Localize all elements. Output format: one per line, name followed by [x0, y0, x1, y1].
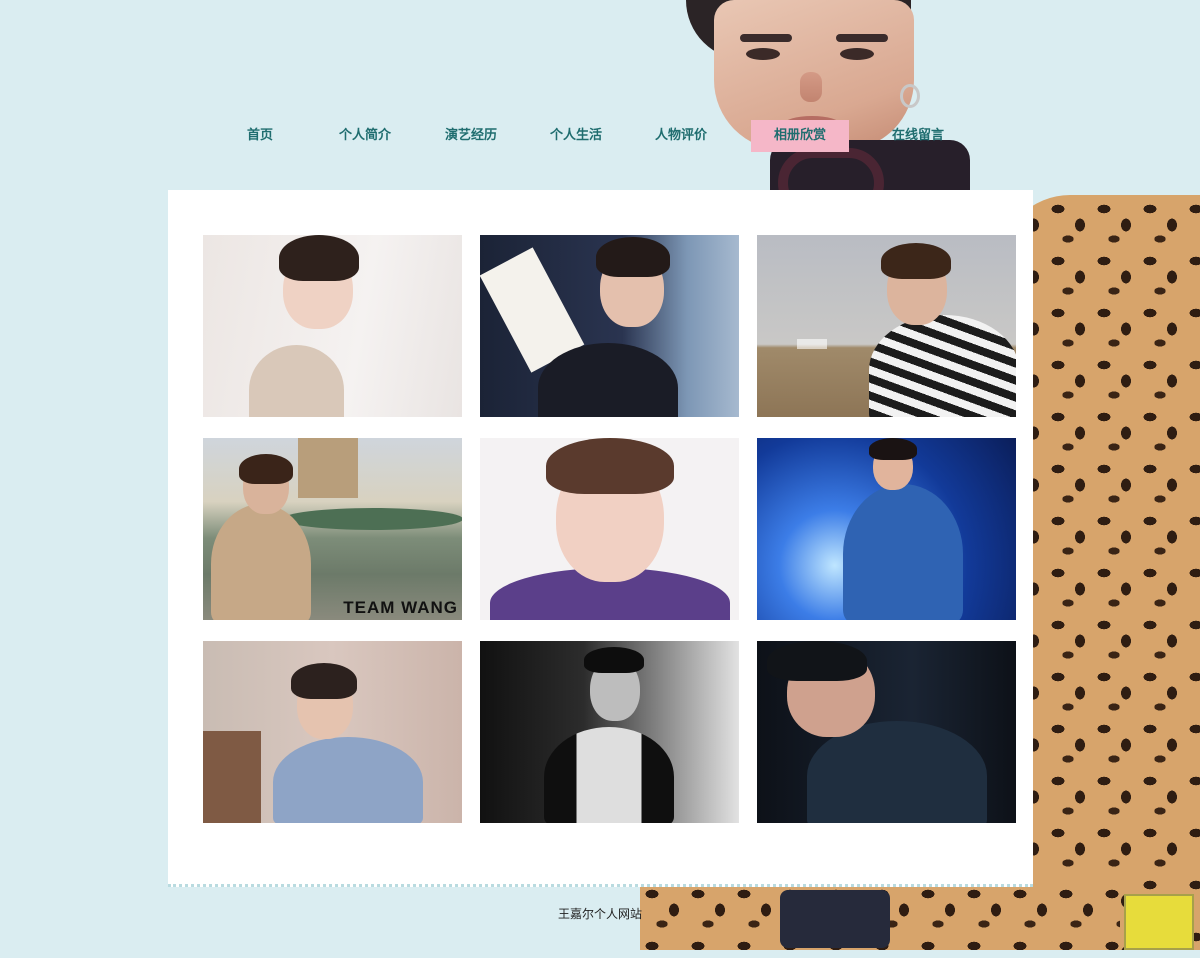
gallery-photo[interactable]	[757, 641, 1016, 823]
gallery-photo[interactable]	[203, 235, 462, 417]
yellow-prop	[1124, 894, 1194, 950]
nav-personal-life[interactable]: 个人生活	[533, 120, 619, 152]
gallery-photo[interactable]	[757, 438, 1016, 620]
portrait-brow	[740, 34, 792, 42]
gallery-photo[interactable]	[480, 438, 739, 620]
gallery-photo[interactable]	[480, 235, 739, 417]
gallery-photo[interactable]	[203, 641, 462, 823]
photo-caption: TEAM WANG	[343, 598, 458, 617]
nav-reviews[interactable]: 人物评价	[638, 120, 724, 152]
nav-profile[interactable]: 个人简介	[322, 120, 408, 152]
portrait-nose	[800, 72, 822, 102]
nav-home[interactable]: 首页	[222, 120, 298, 152]
gallery-photo[interactable]	[480, 641, 739, 823]
main-nav: 首页 个人简介 演艺经历 个人生活 人物评价 相册欣赏 在线留言	[0, 120, 1200, 152]
gallery-panel: TEAM WANG	[168, 190, 1033, 887]
gallery-photo[interactable]	[757, 235, 1016, 417]
nav-guestbook[interactable]: 在线留言	[875, 120, 961, 152]
portrait-eye	[840, 48, 874, 60]
earring-icon	[900, 84, 920, 108]
portrait-brow	[836, 34, 888, 42]
gallery-photo[interactable]: TEAM WANG	[203, 438, 462, 620]
nav-career[interactable]: 演艺经历	[428, 120, 514, 152]
site-footer: 王嘉尔个人网站	[557, 907, 642, 921]
portrait-eye	[746, 48, 780, 60]
nav-gallery[interactable]: 相册欣赏	[751, 120, 849, 152]
